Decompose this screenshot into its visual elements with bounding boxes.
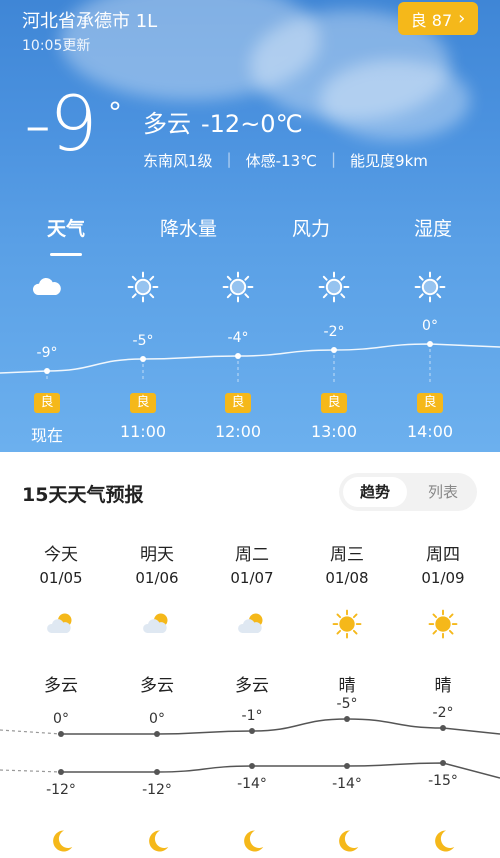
- forecast-day-column[interactable]: 周三 01/08 晴 -5° -14°: [302, 452, 392, 858]
- weather-hero: 河北省承德市 1L 10:05更新 良 87 › -9 ° 多云 -12~0℃ 东…: [0, 0, 500, 452]
- day-condition: 多云: [140, 676, 174, 696]
- forecast-day-column[interactable]: 今天 01/05 多云 0° -12°: [16, 452, 106, 858]
- moon-icon: [207, 826, 297, 856]
- day-name: 周三: [330, 545, 364, 565]
- partly-cloudy-icon: [207, 609, 297, 639]
- hourly-time-label: 13:00: [310, 422, 358, 441]
- degree-symbol: °: [108, 96, 122, 129]
- current-condition: 多云 -12~0℃: [143, 104, 313, 139]
- aqi-badge[interactable]: 良 87 ›: [398, 2, 478, 35]
- day-name: 今天: [44, 545, 78, 565]
- day-low-label: -14°: [237, 776, 267, 792]
- day-name: 周二: [235, 545, 269, 565]
- sunny-icon: [218, 270, 258, 304]
- day-high-label: -2°: [432, 705, 454, 721]
- hourly-temp-point: [427, 341, 433, 347]
- day-condition: 多云: [235, 676, 269, 696]
- cloudy-icon: [27, 270, 67, 304]
- forecast-day-column[interactable]: 周四 01/09 晴 -2° -15°: [398, 452, 488, 858]
- tab-humidity[interactable]: 湿度: [414, 214, 452, 241]
- moon-icon: [112, 826, 202, 856]
- moon-icon: [398, 826, 488, 856]
- day-condition: 多云: [44, 676, 78, 696]
- update-time: 10:05更新: [22, 38, 91, 54]
- current-temperature: -9: [24, 79, 98, 168]
- hourly-aqi-badge: 良: [417, 393, 443, 413]
- hourly-aqi-badge: 良: [130, 393, 156, 413]
- hourly-time-label: 11:00: [119, 422, 167, 441]
- sunny-icon: [410, 270, 450, 304]
- stat-separator: |: [330, 150, 337, 168]
- sunny-icon: [314, 270, 354, 304]
- current-stats: 东南风1级 | 体感-13℃ | 能见度9km: [143, 150, 428, 171]
- wind-stat: 东南风1级: [143, 152, 213, 170]
- hourly-temp-label: -4°: [227, 330, 249, 346]
- temperature-range: -12~0℃: [201, 110, 303, 138]
- hourly-temp-label: 0°: [422, 318, 438, 334]
- location-label[interactable]: 河北省承德市 1L: [22, 7, 162, 33]
- hourly-time-label: 14:00: [406, 422, 454, 441]
- feels-like-stat: 体感-13℃: [245, 152, 317, 170]
- hourly-aqi-badge: 良: [34, 393, 60, 413]
- moon-icon: [302, 826, 392, 856]
- day-date: 01/08: [325, 569, 369, 587]
- day-name: 周四: [426, 545, 460, 565]
- tab-precipitation[interactable]: 降水量: [160, 214, 217, 241]
- active-tab-indicator: [50, 253, 82, 256]
- partly-cloudy-icon: [16, 609, 106, 639]
- forecast-panel: 15天天气预报 趋势 列表 今天 01/05 多云 0° -12° 明天 01/06 多云 0°…: [0, 452, 500, 858]
- tab-wind[interactable]: 风力: [292, 214, 330, 241]
- hourly-time-label: 12:00: [214, 422, 262, 441]
- day-date: 01/07: [230, 569, 274, 587]
- hourly-temp-label: -9°: [36, 345, 58, 361]
- hourly-temp-label: -2°: [323, 324, 345, 340]
- day-high-label: 0°: [149, 711, 165, 727]
- sun-icon: [398, 609, 488, 639]
- day-date: 01/09: [421, 569, 465, 587]
- day-condition: 晴: [434, 676, 452, 696]
- forecast-day-column[interactable]: 周二 01/07 多云 -1° -14°: [207, 452, 297, 858]
- hourly-aqi-badge: 良: [321, 393, 347, 413]
- day-name: 明天: [140, 545, 174, 565]
- sunny-icon: [123, 270, 163, 304]
- hourly-aqi-badge: 良: [225, 393, 251, 413]
- day-high-label: -5°: [336, 696, 358, 712]
- hourly-temp-point: [235, 353, 241, 359]
- condition-text: 多云: [143, 110, 191, 138]
- day-high-label: -1°: [241, 708, 263, 724]
- day-date: 01/05: [39, 569, 83, 587]
- forecast-day-column[interactable]: 明天 01/06 多云 0° -12°: [112, 452, 202, 858]
- day-condition: 晴: [338, 676, 356, 696]
- chevron-right-icon: ›: [458, 8, 466, 29]
- stat-separator: |: [226, 150, 232, 168]
- background-cloud: [320, 60, 470, 140]
- sun-icon: [302, 609, 392, 639]
- day-low-label: -12°: [142, 782, 172, 798]
- hourly-time-label: 现在: [30, 426, 63, 445]
- visibility-stat: 能见度9km: [350, 152, 428, 170]
- hourly-temp-point: [44, 368, 50, 374]
- moon-icon: [16, 826, 106, 856]
- day-low-label: -15°: [428, 773, 458, 789]
- partly-cloudy-icon: [112, 609, 202, 639]
- day-low-label: -12°: [46, 782, 76, 798]
- tab-weather[interactable]: 天气: [47, 214, 85, 241]
- day-low-label: -14°: [332, 776, 362, 792]
- hourly-temp-point: [140, 356, 146, 362]
- hourly-temp-point: [331, 347, 337, 353]
- day-high-label: 0°: [53, 711, 69, 727]
- day-date: 01/06: [135, 569, 179, 587]
- hourly-temp-label: -5°: [132, 333, 154, 349]
- aqi-label: 良 87: [410, 10, 453, 30]
- hourly-tabs: 天气 降水量 风力 湿度: [0, 214, 500, 244]
